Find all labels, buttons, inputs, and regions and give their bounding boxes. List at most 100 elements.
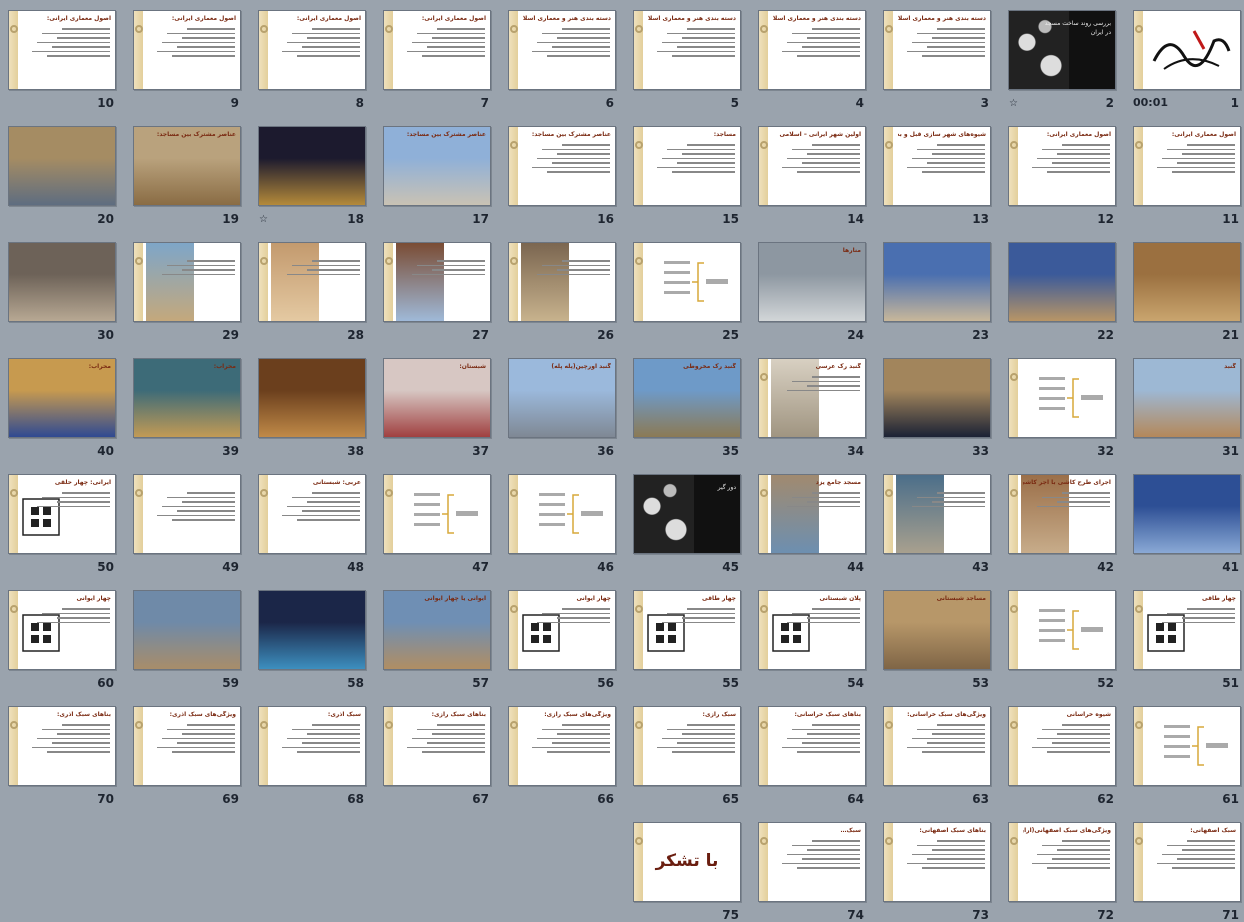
text-line <box>161 273 235 275</box>
text-line <box>937 492 985 494</box>
slide-thumbnail-39[interactable]: محراب: 39 <box>133 358 241 458</box>
slide-thumbnail-21[interactable]: 21 <box>1133 242 1241 342</box>
text-line <box>1161 621 1235 623</box>
slide-thumbnail-6[interactable]: دسته بندی هنر و معماری اسلامی 6 <box>508 10 616 110</box>
slide-thumbnail-14[interactable]: اولین شهر ایرانی – اسلامی 14 <box>758 126 866 226</box>
slide-thumbnail-69[interactable]: ویژگی‌های سبک آذری: 69 <box>133 706 241 806</box>
slide-number: 55 <box>722 676 739 690</box>
text-line <box>312 724 360 726</box>
slide-thumbnail-67[interactable]: بناهای سبک رازی: 67 <box>383 706 491 806</box>
slide-thumbnail-40[interactable]: محراب: 40 <box>8 358 116 458</box>
slide-thumbnail-36[interactable]: گنبد اورچین(پله پله) 36 <box>508 358 616 458</box>
slide-thumbnail-59[interactable]: 59 <box>133 590 241 690</box>
slide-thumbnail-2[interactable]: بررسی روند ساخت مسجد در ایران 2 ☆ <box>1008 10 1116 110</box>
slide-thumbnail-63[interactable]: ویژگی‌های سبک خراسانی: 63 <box>883 706 991 806</box>
slide-thumbnail-24[interactable]: منارها 24 <box>758 242 866 342</box>
text-line <box>296 55 360 57</box>
slide-thumbnail-61[interactable]: 61 <box>1133 706 1241 806</box>
slide-thumbnail-30[interactable]: 30 <box>8 242 116 342</box>
slide-thumbnail-20[interactable]: 20 <box>8 126 116 226</box>
slide-preview: سبک آذری: <box>258 706 366 786</box>
slide-thumbnail-31[interactable]: گنبد 31 <box>1133 358 1241 458</box>
slide-thumbnail-72[interactable]: ویژگی‌های سبک اصفهانی(آرایش،تزئینات سبک … <box>1008 822 1116 922</box>
slide-thumbnail-29[interactable]: 29 <box>133 242 241 342</box>
slide-thumbnail-26[interactable]: 26 <box>508 242 616 342</box>
slide-title: اولین شهر ایرانی – اسلامی <box>779 131 861 138</box>
slide-thumbnail-71[interactable]: سبک اصفهانی: 71 <box>1133 822 1241 922</box>
slide-thumbnail-66[interactable]: ویژگی‌های سبک رازی: 66 <box>508 706 616 806</box>
slide-thumbnail-64[interactable]: بناهای سبک خراسانی: 64 <box>758 706 866 806</box>
slide-thumbnail-68[interactable]: سبک آذری: 68 <box>258 706 366 806</box>
slide-thumbnail-43[interactable]: 43 <box>883 474 991 574</box>
slide-thumbnail-9[interactable]: اصول معماری ایرانی: 9 <box>133 10 241 110</box>
decorative-band <box>759 359 768 437</box>
floor-plan-image <box>522 614 560 652</box>
slide-number: 21 <box>1222 328 1239 342</box>
slide-thumbnail-27[interactable]: 27 <box>383 242 491 342</box>
slide-thumbnail-41[interactable]: 41 <box>1133 474 1241 574</box>
slide-thumbnail-23[interactable]: 23 <box>883 242 991 342</box>
slide-thumbnail-47[interactable]: 47 <box>383 474 491 574</box>
slide-thumbnail-65[interactable]: سبک رازی: 65 <box>633 706 741 806</box>
slide-preview: گنبد رک مخروطی <box>633 358 741 438</box>
slide-thumbnail-17[interactable]: عناصر مشترک بین مساجد: 17 <box>383 126 491 226</box>
ring-icon <box>135 257 143 265</box>
slide-thumbnail-46[interactable]: 46 <box>508 474 616 574</box>
text-line <box>36 505 110 507</box>
slide-thumbnail-73[interactable]: بناهای سبک اصفهانی: 73 <box>883 822 991 922</box>
slide-thumbnail-22[interactable]: 22 <box>1008 242 1116 342</box>
text-line <box>1031 746 1110 748</box>
slide-thumbnail-55[interactable]: چهار طاقی 55 <box>633 590 741 690</box>
slide-thumbnail-1[interactable]: 1 00:01 <box>1133 10 1241 110</box>
slide-thumbnail-75[interactable]: با تشکر 75 <box>633 822 741 922</box>
text-lines <box>398 25 485 60</box>
slide-thumbnail-35[interactable]: گنبد رک مخروطی 35 <box>633 358 741 458</box>
ring-icon <box>510 489 518 497</box>
slide-thumbnail-74[interactable]: سبک… 74 <box>758 822 866 922</box>
slide-thumbnail-56[interactable]: چهار ایوانی 56 <box>508 590 616 690</box>
slide-thumbnail-12[interactable]: اصول معماری ایرانی: 12 <box>1008 126 1116 226</box>
ring-icon <box>1135 141 1143 149</box>
slide-thumbnail-7[interactable]: اصول معماری ایرانی: 7 <box>383 10 491 110</box>
slide-thumbnail-25[interactable]: 25 <box>633 242 741 342</box>
slide-thumbnail-42[interactable]: اجرای طرح کاشی با آجر کاشی 42 <box>1008 474 1116 574</box>
slide-thumbnail-38[interactable]: 38 <box>258 358 366 458</box>
slide-preview: پلان شبستانی <box>758 590 866 670</box>
slide-thumbnail-15[interactable]: مساجد: 15 <box>633 126 741 226</box>
slide-thumbnail-70[interactable]: بناهای سبک آذری: 70 <box>8 706 116 806</box>
slide-thumbnail-49[interactable]: 49 <box>133 474 241 574</box>
slide-thumbnail-11[interactable]: اصول معماری ایرانی: 11 <box>1133 126 1241 226</box>
slide-thumbnail-44[interactable]: مسجد جامع یزد 44 <box>758 474 866 574</box>
slide-thumbnail-37[interactable]: شبستان: 37 <box>383 358 491 458</box>
slide-thumbnail-57[interactable]: ایوانی یا چهار ایوانی 57 <box>383 590 491 690</box>
slide-thumbnail-58[interactable]: 58 <box>258 590 366 690</box>
slide-thumbnail-45[interactable]: دور گیر 45 <box>633 474 741 574</box>
slide-thumbnail-13[interactable]: شیوه‌های شهر سازی قبل و بعد اسلام: 13 <box>883 126 991 226</box>
slide-title: اصول معماری ایرانی: <box>296 15 361 22</box>
text-line <box>917 728 985 730</box>
text-line <box>161 41 235 43</box>
slide-thumbnail-50[interactable]: ایرانی: چهار حلقی 50 <box>8 474 116 574</box>
slide-thumbnail-62[interactable]: شیوه خراسانی 62 <box>1008 706 1116 806</box>
slide-thumbnail-28[interactable]: 28 <box>258 242 366 342</box>
slide-thumbnail-19[interactable]: عناصر مشترک بین مساجد: 19 <box>133 126 241 226</box>
slide-thumbnail-16[interactable]: عناصر مشترک بین مساجد: 16 <box>508 126 616 226</box>
slide-thumbnail-5[interactable]: دسته بندی هنر و معماری اسلامی 5 <box>633 10 741 110</box>
slide-thumbnail-10[interactable]: اصول معماری ایرانی: 10 <box>8 10 116 110</box>
slide-thumbnail-48[interactable]: عربی: شبستانی 48 <box>258 474 366 574</box>
slide-thumbnail-32[interactable]: 32 <box>1008 358 1116 458</box>
ring-icon <box>1135 837 1143 845</box>
slide-thumbnail-51[interactable]: چهار طاقی 51 <box>1133 590 1241 690</box>
slide-thumbnail-54[interactable]: پلان شبستانی 54 <box>758 590 866 690</box>
slide-thumbnail-8[interactable]: اصول معماری ایرانی: 8 <box>258 10 366 110</box>
slide-thumbnail-4[interactable]: دسته بندی هنر و معماری اسلامی 4 <box>758 10 866 110</box>
slide-thumbnail-52[interactable]: 52 <box>1008 590 1116 690</box>
slide-number: 10 <box>97 96 114 110</box>
slide-thumbnail-60[interactable]: چهار ایوانی 60 <box>8 590 116 690</box>
text-line <box>431 733 485 735</box>
slide-thumbnail-3[interactable]: دسته بندی هنر و معماری اسلامی 3 <box>883 10 991 110</box>
slide-thumbnail-33[interactable]: 33 <box>883 358 991 458</box>
slide-thumbnail-18[interactable]: 18 ☆ <box>258 126 366 226</box>
slide-thumbnail-53[interactable]: مساجد شبستانی 53 <box>883 590 991 690</box>
slide-thumbnail-34[interactable]: گنبد رک عرسی 34 <box>758 358 866 458</box>
